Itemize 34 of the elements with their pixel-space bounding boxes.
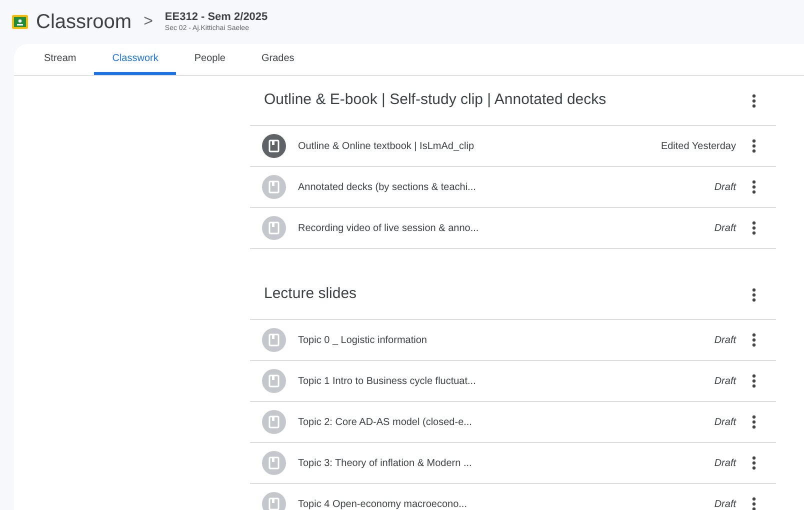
tab[interactable]: People — [176, 44, 244, 75]
topic-title: Lecture slides — [264, 284, 357, 304]
material-title: Topic 4 Open-economy macroecono... — [298, 498, 467, 510]
material-status: Draft — [714, 374, 736, 388]
material-row[interactable]: Topic 3: Theory of inflation & Modern ... Draft — [250, 443, 776, 484]
material-status: Draft — [714, 498, 736, 510]
class-title: EE312 - Sem 2/2025 — [164, 10, 268, 24]
material-title: Annotated decks (by sections & teachi... — [298, 180, 476, 194]
material-row[interactable]: Topic 0 _ Logistic information Draft — [250, 320, 776, 361]
material-status: Draft — [714, 180, 736, 194]
material-row[interactable]: Annotated decks (by sections & teachi... Draft — [250, 167, 776, 208]
material-title: Outline & Online textbook | IsLmAd_clip — [298, 140, 474, 154]
material-title: Topic 3: Theory of inflation & Modern ... — [298, 456, 472, 470]
app-name[interactable]: Classroom — [36, 7, 132, 37]
material-title: Topic 1 Intro to Business cycle fluctuat... — [298, 374, 476, 388]
material-title: Recording video of live session & anno... — [298, 222, 479, 236]
tab[interactable]: Stream — [26, 44, 94, 75]
breadcrumb-separator: > — [144, 12, 153, 32]
material-row[interactable]: Outline & Online textbook | IsLmAd_clip Edited Yesterday — [250, 126, 776, 167]
material-row[interactable]: Recording video of live session & anno... Draft — [250, 208, 776, 249]
material-status: Draft — [714, 456, 736, 470]
material-status: Edited Yesterday — [660, 140, 736, 154]
tab[interactable]: Classwork — [94, 44, 176, 75]
tab[interactable]: Grades — [244, 44, 312, 75]
material-status: Draft — [714, 222, 736, 236]
material-row[interactable]: Topic 1 Intro to Business cycle fluctuat... Draft — [250, 361, 776, 402]
material-row[interactable]: Topic 2: Core AD-AS model (closed-e... Draft — [250, 402, 776, 443]
material-row[interactable]: Topic 4 Open-economy macroecono... Draft — [250, 484, 776, 510]
topic-title: Outline & E-book | Self-study clip | Annotated decks — [264, 90, 606, 110]
material-title: Topic 0 _ Logistic information — [298, 334, 427, 348]
classroom-logo-icon — [12, 15, 28, 29]
material-status: Draft — [714, 416, 736, 430]
material-status: Draft — [714, 334, 736, 348]
material-title: Topic 2: Core AD-AS model (closed-e... — [298, 416, 472, 430]
